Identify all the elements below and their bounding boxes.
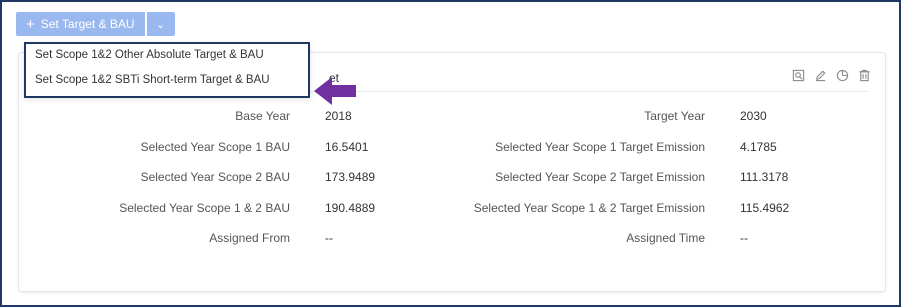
field-label: Assigned From bbox=[209, 231, 290, 245]
preview-icon[interactable] bbox=[791, 68, 805, 82]
chevron-down-icon: ⌄ bbox=[155, 18, 166, 31]
annotation-arrow-icon bbox=[314, 77, 356, 105]
field-value: 115.4962 bbox=[740, 201, 790, 215]
detail-row: Selected Year Scope 1 & 2 BAU 190.4889 S… bbox=[19, 201, 887, 221]
field-value: -- bbox=[325, 231, 333, 245]
plus-icon: + bbox=[26, 15, 35, 33]
delete-icon[interactable] bbox=[857, 68, 871, 82]
field-value: 111.3178 bbox=[740, 170, 789, 184]
field-value: 2030 bbox=[740, 109, 767, 123]
set-target-toolbar: + Set Target & BAU ⌄ bbox=[16, 12, 175, 36]
field-label: Selected Year Scope 2 BAU bbox=[140, 170, 290, 184]
menu-item-sbti-short-term-target[interactable]: Set Scope 1&2 SBTi Short-term Target & B… bbox=[35, 74, 270, 86]
field-label: Selected Year Scope 1 Target Emission bbox=[495, 140, 705, 154]
field-value: 173.9489 bbox=[325, 170, 376, 184]
field-value: -- bbox=[740, 231, 748, 245]
field-value: 4.1785 bbox=[740, 140, 777, 154]
detail-row: Selected Year Scope 2 BAU 173.9489 Selec… bbox=[19, 170, 887, 190]
card-actions bbox=[791, 68, 871, 82]
field-label: Selected Year Scope 2 Target Emission bbox=[495, 170, 705, 184]
detail-row: Selected Year Scope 1 BAU 16.5401 Select… bbox=[19, 140, 887, 160]
menu-item-other-absolute-target[interactable]: Set Scope 1&2 Other Absolute Target & BA… bbox=[35, 49, 264, 61]
target-type-dropdown: Set Scope 1&2 Other Absolute Target & BA… bbox=[24, 42, 310, 98]
set-target-dropdown-toggle[interactable]: ⌄ bbox=[146, 12, 175, 36]
field-value: 190.4889 bbox=[325, 201, 376, 215]
set-target-button[interactable]: + Set Target & BAU bbox=[16, 12, 145, 36]
field-value: 2018 bbox=[325, 109, 352, 123]
field-label: Selected Year Scope 1 BAU bbox=[140, 140, 290, 154]
history-icon[interactable] bbox=[835, 68, 849, 82]
edit-icon[interactable] bbox=[813, 68, 827, 82]
field-label: Assigned Time bbox=[626, 231, 705, 245]
field-label: Selected Year Scope 1 & 2 Target Emissio… bbox=[473, 201, 705, 215]
set-target-label: Set Target & BAU bbox=[40, 17, 135, 31]
field-label: Target Year bbox=[644, 109, 705, 123]
detail-row: Assigned From -- Assigned Time -- bbox=[19, 231, 887, 251]
detail-row: Base Year 2018 Target Year 2030 bbox=[19, 109, 887, 129]
field-value: 16.5401 bbox=[325, 140, 369, 154]
field-label: Base Year bbox=[235, 109, 290, 123]
field-label: Selected Year Scope 1 & 2 BAU bbox=[119, 201, 290, 215]
